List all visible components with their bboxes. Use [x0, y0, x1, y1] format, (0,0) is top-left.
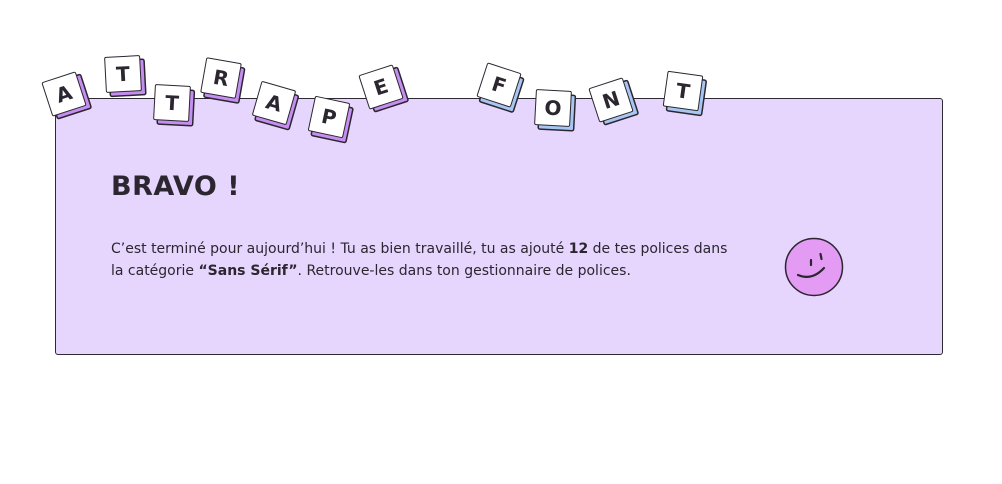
category-name: “Sans Sérif” [198, 262, 298, 279]
logo-tile: R [200, 57, 242, 99]
message-text: . Retrouve-les dans ton gestionnaire de … [297, 262, 631, 279]
congrats-panel [55, 98, 943, 355]
added-fonts-count: 12 [568, 241, 589, 257]
congrats-message: C’est terminé pour aujourd’hui ! Tu as b… [111, 239, 731, 282]
smiley-face-icon [784, 237, 844, 297]
logo-tile: T [662, 70, 704, 112]
message-text: C’est terminé pour aujourd’hui ! Tu as b… [111, 241, 569, 257]
logo-tile: T [104, 55, 142, 93]
logo-tile: T [153, 84, 191, 122]
logo-tile: P [307, 95, 351, 139]
congrats-title: BRAVO ! [111, 171, 241, 202]
logo-tile: O [534, 89, 572, 127]
